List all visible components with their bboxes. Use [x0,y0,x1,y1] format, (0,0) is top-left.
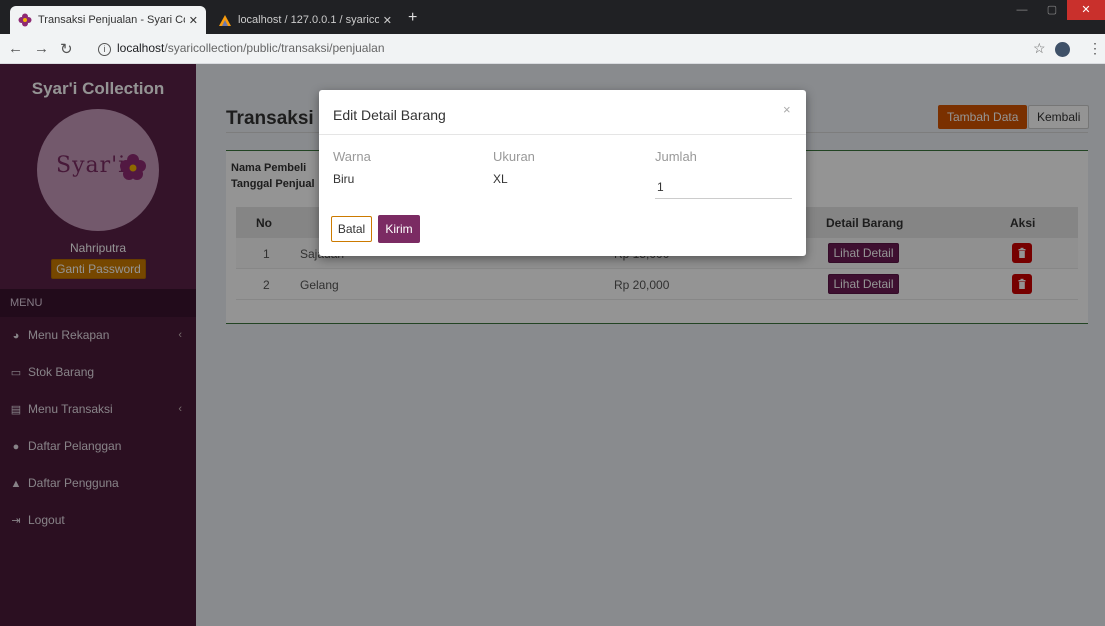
divider [319,134,806,135]
browser-tab-bar: Transaksi Penjualan - Syari Collec ✕ loc… [0,0,1105,34]
size-label: Ukuran [493,149,535,164]
submit-button[interactable]: Kirim [378,215,420,243]
cancel-button[interactable]: Batal [331,216,372,242]
info-icon[interactable]: i [98,43,111,56]
window-controls: — ▢ ✕ [1007,0,1105,20]
window-close-icon[interactable]: ✕ [1067,0,1105,20]
quantity-input[interactable] [655,170,792,199]
tab-title: Transaksi Penjualan - Syari Collec [38,14,185,26]
close-icon[interactable]: × [783,102,791,117]
maximize-icon[interactable]: ▢ [1037,0,1067,20]
modal-title: Edit Detail Barang [333,107,446,123]
edit-detail-modal: Edit Detail Barang × Warna Ukuran Jumlah… [319,90,806,256]
extension-icon[interactable] [1055,42,1070,57]
reload-icon[interactable]: ↻ [60,40,73,58]
color-value: Biru [333,172,355,186]
minimize-icon[interactable]: — [1007,0,1037,20]
color-label: Warna [333,149,371,164]
url-field[interactable]: i localhost/syaricollection/public/transa… [98,41,385,56]
size-value: XL [493,172,508,186]
url-path: /syaricollection/public/transaksi/penjua… [164,41,385,55]
forward-arrow-icon[interactable]: → [34,40,49,57]
url-host: localhost [117,41,165,55]
phpmyadmin-favicon-icon [219,15,231,26]
browser-tab-active[interactable]: Transaksi Penjualan - Syari Collec ✕ [10,6,206,34]
new-tab-icon[interactable]: + [408,9,417,27]
tab-close-icon[interactable]: ✕ [189,14,198,27]
bookmark-star-icon[interactable]: ☆ [1033,40,1046,57]
quantity-label: Jumlah [655,149,697,164]
tab-title: localhost / 127.0.0.1 / syaricollect [238,14,379,26]
tab-close-icon[interactable]: ✕ [383,14,392,27]
browser-menu-icon[interactable]: ⋮ [1088,40,1102,57]
address-bar: ← → ↻ i localhost/syaricollection/public/… [0,34,1105,64]
flower-favicon-icon [18,13,32,27]
browser-tab-inactive[interactable]: localhost / 127.0.0.1 / syaricollect ✕ [210,6,400,34]
back-arrow-icon[interactable]: ← [8,40,23,57]
